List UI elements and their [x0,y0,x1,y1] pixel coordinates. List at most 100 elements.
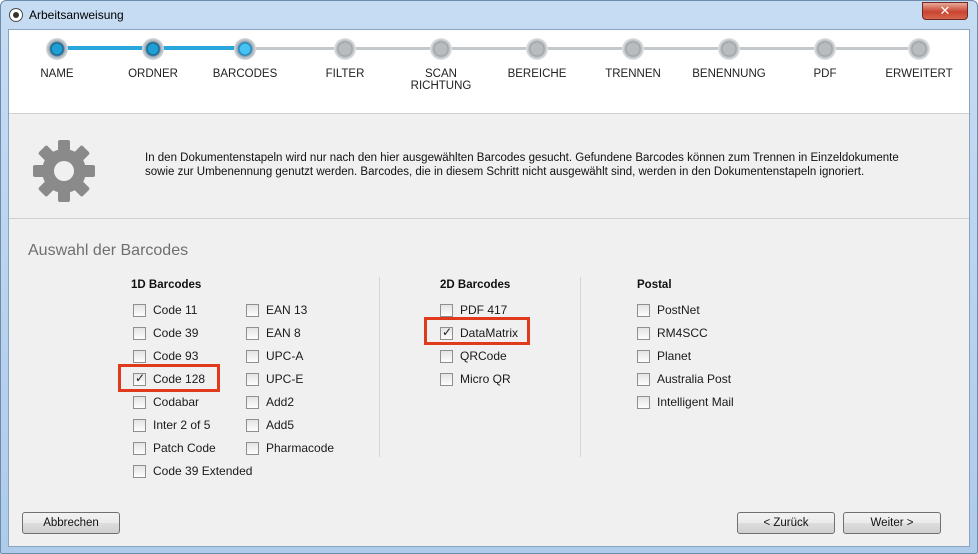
checkbox-pdf-417[interactable]: PDF 417 [440,302,507,318]
checkbox-australia-post[interactable]: Australia Post [637,371,731,387]
checkbox-box[interactable] [637,349,650,363]
checkbox-code-39-extended[interactable]: Code 39 Extended [133,463,252,479]
step-dot-icon [142,38,164,60]
checkbox-label: UPC-A [266,349,304,363]
next-button[interactable]: Weiter > [843,512,941,534]
highlight-datamatrix [424,317,530,345]
checkbox-box[interactable] [133,349,146,363]
checkbox-planet[interactable]: Planet [637,348,691,364]
checkbox-ean-13[interactable]: EAN 13 [246,302,307,318]
column-divider [379,277,380,457]
checkbox-box[interactable] [133,464,146,478]
checkbox-micro-qr[interactable]: Micro QR [440,371,511,387]
window-title: Arbeitsanweisung [29,8,124,22]
checkbox-postnet[interactable]: PostNet [637,302,700,318]
checkbox-label: Australia Post [657,372,732,386]
checkbox-box[interactable] [637,372,650,386]
dialog-window: Arbeitsanweisung ✕ NAME ORDNER BARCODES [0,0,978,554]
group-title-2d: 2D Barcodes [440,279,511,291]
checkbox-label: Code 93 [153,349,199,363]
close-button[interactable]: ✕ [922,2,968,20]
checkbox-label: Codabar [153,395,200,409]
step-dot-icon [430,38,452,60]
step-dot-icon [234,38,256,60]
checkbox-box[interactable] [246,418,259,432]
checkbox-upc-e[interactable]: UPC-E [246,371,303,387]
checkbox-box[interactable] [133,326,146,340]
cancel-button[interactable]: Abbrechen [22,512,120,534]
checkbox-label: UPC-E [266,372,304,386]
checkbox-label: Code 39 [153,326,199,340]
checkbox-box[interactable] [637,395,650,409]
step-dot-icon [718,38,740,60]
checkbox-inter-2-of-5[interactable]: Inter 2 of 5 [133,417,210,433]
checkbox-qrcode[interactable]: QRCode [440,348,507,364]
checkbox-code-39[interactable]: Code 39 [133,325,198,341]
barcode-selection-area: Auswahl der Barcodes 1D Barcodes Code 11… [9,219,969,546]
checkbox-code-11[interactable]: Code 11 [133,302,197,318]
info-description: In den Dokumentenstapeln wird nur nach d… [145,152,899,178]
highlight-code-128 [118,364,220,392]
checkbox-upc-a[interactable]: UPC-A [246,348,303,364]
checkbox-box[interactable] [246,441,259,455]
checkbox-add5[interactable]: Add5 [246,417,294,433]
checkbox-label: PDF 417 [460,303,508,317]
column-divider [580,277,581,457]
checkbox-rm4scc[interactable]: RM4SCC [637,325,708,341]
checkbox-label: Inter 2 of 5 [153,418,211,432]
checkbox-box[interactable] [440,303,453,317]
checkbox-box[interactable] [246,395,259,409]
info-panel: In den Dokumentenstapeln wird nur nach d… [9,113,969,219]
checkbox-label: EAN 13 [266,303,308,317]
checkbox-patch-code[interactable]: Patch Code [133,440,216,456]
checkbox-label: Code 39 Extended [153,464,253,478]
checkbox-label: EAN 8 [266,326,301,340]
wizard-stepper: NAME ORDNER BARCODES FILTER SCAN RICHTUN… [9,30,969,113]
checkbox-box[interactable] [133,395,146,409]
back-button[interactable]: < Zurück [737,512,835,534]
checkbox-label: Patch Code [153,441,216,455]
checkbox-label: Micro QR [460,372,511,386]
step-dot-icon [908,38,930,60]
checkbox-box[interactable] [246,372,259,386]
step-dot-icon [334,38,356,60]
checkbox-codabar[interactable]: Codabar [133,394,199,410]
title-bar[interactable]: Arbeitsanweisung ✕ [1,1,977,29]
checkbox-box[interactable] [246,303,259,317]
checkbox-box[interactable] [133,441,146,455]
checkbox-box[interactable] [440,372,453,386]
checkbox-box[interactable] [637,326,650,340]
step-dot-icon [526,38,548,60]
checkbox-label: Planet [657,349,692,363]
checkbox-label: Code 11 [153,303,198,317]
group-title-postal: Postal [637,279,672,291]
checkbox-box[interactable] [246,349,259,363]
step-label: SCAN RICHTUNG [410,68,472,92]
step-dot-icon [46,38,68,60]
checkbox-add2[interactable]: Add2 [246,394,294,410]
app-icon [9,8,23,22]
checkbox-label: Add5 [266,418,295,432]
checkbox-ean-8[interactable]: EAN 8 [246,325,301,341]
checkbox-box[interactable] [440,349,453,363]
checkbox-label: QRCode [460,349,507,363]
step-dot-icon [622,38,644,60]
checkbox-label: Pharmacode [266,441,335,455]
step-label: ERWEITERT [885,68,953,80]
checkbox-box[interactable] [637,303,650,317]
section-title: Auswahl der Barcodes [28,242,189,259]
checkbox-label: Intelligent Mail [657,395,734,409]
wizard-content: NAME ORDNER BARCODES FILTER SCAN RICHTUN… [8,29,970,547]
checkbox-box[interactable] [133,303,146,317]
checkbox-label: PostNet [657,303,700,317]
step-erweitert[interactable]: ERWEITERT [859,34,977,80]
checkbox-code-93[interactable]: Code 93 [133,348,198,364]
group-title-1d: 1D Barcodes [131,279,202,291]
checkbox-box[interactable] [246,326,259,340]
checkbox-label: Add2 [266,395,295,409]
gear-icon [33,140,95,202]
checkbox-intelligent-mail[interactable]: Intelligent Mail [637,394,734,410]
step-dot-icon [814,38,836,60]
checkbox-pharmacode[interactable]: Pharmacode [246,440,334,456]
checkbox-box[interactable] [133,418,146,432]
